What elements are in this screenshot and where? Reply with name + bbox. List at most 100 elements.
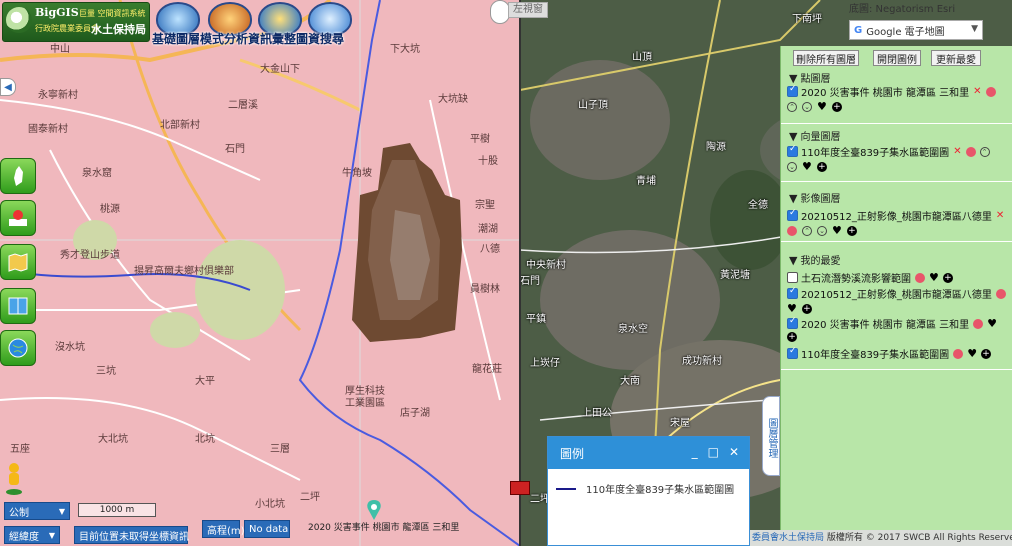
move-down-icon[interactable]: ⌄ bbox=[817, 225, 827, 236]
layer-item[interactable]: 2020 災害事件 桃園市 龍潭區 三和里✕ bbox=[787, 84, 996, 99]
map-label: 平樹 bbox=[470, 134, 490, 145]
heart-icon[interactable]: ♥ bbox=[802, 160, 812, 173]
map-label: 揚昇高爾夫鄉村俱樂部 bbox=[134, 266, 234, 277]
favorite-item[interactable]: 土石流潛勢溪流影響範圍 ♥ + bbox=[787, 270, 953, 285]
folded-map-icon bbox=[8, 253, 28, 272]
layer-item[interactable]: 110年度全臺839子集水區範圍圖✕⌃ bbox=[787, 144, 990, 159]
remove-icon[interactable]: ✕ bbox=[973, 86, 981, 97]
section-header[interactable]: ▼ 我的最愛 bbox=[789, 252, 840, 267]
settings-icon[interactable] bbox=[973, 318, 984, 329]
settings-icon[interactable] bbox=[787, 225, 797, 236]
remove-icon[interactable]: ✕ bbox=[996, 210, 1004, 221]
app-logo[interactable]: BigGIS 巨量 空間資訊系統 行政院農業委員會 水土保持局 bbox=[2, 2, 150, 42]
map-label: 山頂 bbox=[632, 52, 652, 63]
heart-icon[interactable]: ♥ bbox=[967, 347, 977, 360]
layer-checkbox[interactable] bbox=[787, 286, 798, 299]
update-favorites-button[interactable]: 更新最愛 bbox=[931, 50, 981, 66]
map-label: 永寧新村 bbox=[38, 90, 78, 101]
heart-icon[interactable]: ♥ bbox=[832, 224, 842, 237]
map-label: 陶源 bbox=[706, 142, 726, 153]
add-icon[interactable]: + bbox=[831, 101, 842, 112]
settings-icon[interactable] bbox=[985, 86, 996, 97]
swipe-handle[interactable] bbox=[490, 0, 510, 24]
legend-line-symbol bbox=[556, 487, 576, 490]
page-title: 基礎圖層模式分析資訊彙整圖資搜尋 bbox=[152, 32, 345, 46]
heart-icon[interactable]: ♥ bbox=[987, 317, 997, 330]
layer-item[interactable]: 20210512_正射影像_桃園市龍潭區八德里✕ bbox=[787, 208, 1004, 223]
remove-all-layers-button[interactable]: 刪除所有圖層 bbox=[793, 50, 859, 66]
layer-tools: + bbox=[787, 332, 797, 342]
move-up-icon[interactable]: ⌃ bbox=[787, 101, 797, 112]
elevation-value: No data bbox=[244, 520, 290, 538]
layer-checkbox[interactable] bbox=[787, 316, 798, 329]
layer-tools: ⌃ ⌄ ♥ + bbox=[787, 100, 842, 113]
map-label: 中山 bbox=[50, 44, 70, 55]
layer-checkbox[interactable] bbox=[787, 84, 798, 97]
map-label: 泉水窟 bbox=[82, 168, 112, 179]
heart-icon[interactable]: ♥ bbox=[929, 271, 939, 284]
close-icon[interactable]: ✕ bbox=[729, 445, 739, 459]
map-label: 成功新村 bbox=[682, 356, 722, 367]
add-icon[interactable]: + bbox=[801, 303, 812, 314]
position-readout: 目前位置未取得坐標資訊 bbox=[74, 526, 189, 544]
layer-tools: ⌄ ♥ + bbox=[787, 160, 827, 173]
globe-button[interactable] bbox=[0, 330, 36, 366]
street-view-pegman-icon[interactable] bbox=[4, 462, 24, 496]
location-button[interactable] bbox=[0, 200, 36, 236]
favorite-item[interactable]: 2020 災害事件 桃園市 龍潭區 三和里♥ bbox=[787, 316, 997, 331]
swipe-divider[interactable] bbox=[519, 0, 521, 546]
move-down-icon[interactable]: ⌄ bbox=[802, 101, 812, 112]
maximize-icon[interactable]: □ bbox=[708, 445, 719, 459]
add-icon[interactable]: + bbox=[816, 161, 827, 172]
chevron-down-icon: ▼ bbox=[48, 530, 55, 540]
settings-icon[interactable] bbox=[965, 146, 976, 157]
move-up-icon[interactable]: ⌃ bbox=[979, 146, 990, 157]
layer-manager-tab[interactable]: 圖層管理 bbox=[762, 396, 780, 476]
move-up-icon[interactable]: ⌃ bbox=[802, 225, 812, 236]
settings-icon[interactable] bbox=[915, 272, 925, 283]
image-layers-section: ▼影像圖層 20210512_正射影像_桃園市龍潭區八德里✕ ⌃ ⌄ ♥ + bbox=[781, 186, 1012, 242]
point-layers-section: ▼點圖層 2020 災害事件 桃園市 龍潭區 三和里✕ ⌃ ⌄ ♥ + bbox=[781, 68, 1012, 124]
heart-icon[interactable]: ♥ bbox=[817, 100, 827, 113]
unit-select[interactable]: 公制 ▼ bbox=[4, 502, 70, 520]
settings-icon[interactable] bbox=[953, 348, 964, 359]
section-header[interactable]: ▼ 點圖層 bbox=[789, 70, 830, 85]
map-label: 龍花莊 bbox=[472, 364, 502, 375]
map-marker-icon[interactable] bbox=[366, 500, 382, 522]
add-icon[interactable]: + bbox=[981, 348, 992, 359]
toggle-legend-button[interactable]: 開閉圖例 bbox=[873, 50, 921, 66]
coordinate-select[interactable]: 經緯度 ▼ bbox=[4, 526, 60, 544]
heart-icon[interactable]: ♥ bbox=[787, 302, 797, 315]
favorite-item[interactable]: 20210512_正射影像_桃園市龍潭區八德里 bbox=[787, 286, 1006, 301]
add-icon[interactable]: + bbox=[787, 332, 797, 342]
add-icon[interactable]: + bbox=[846, 225, 857, 236]
map-label: 八德 bbox=[480, 244, 500, 255]
remove-icon[interactable]: ✕ bbox=[953, 146, 961, 157]
overview-toggle-icon[interactable] bbox=[510, 481, 530, 495]
map-label: 黃泥塘 bbox=[720, 270, 750, 281]
move-down-icon[interactable]: ⌄ bbox=[787, 161, 797, 172]
taiwan-map-button[interactable] bbox=[0, 158, 36, 194]
left-map-view[interactable]: 中山 永寧新村 大金山下 大坑缺 國泰新村 北部新村 二層溪 牛角坡 泉水窟 石… bbox=[0, 0, 520, 546]
split-view-button[interactable] bbox=[0, 288, 36, 324]
google-icon: G bbox=[854, 24, 863, 36]
section-header[interactable]: ▼ 向量圖層 bbox=[789, 128, 840, 143]
favorite-item[interactable]: 110年度全臺839子集水區範圍圖♥+ bbox=[787, 346, 992, 361]
layer-checkbox[interactable] bbox=[787, 144, 798, 157]
basemap-label: 底圖: Negatorism Esri bbox=[849, 4, 956, 15]
layer-checkbox[interactable] bbox=[787, 272, 798, 283]
section-header[interactable]: ▼ 影像圖層 bbox=[789, 190, 840, 205]
map-label: 大坑缺 bbox=[438, 94, 468, 105]
layer-checkbox[interactable] bbox=[787, 208, 798, 221]
map-label: 下大坑 bbox=[390, 44, 420, 55]
basemap-select[interactable]: G Google 電子地圖 ▼ bbox=[849, 20, 983, 40]
minimize-icon[interactable]: _ bbox=[692, 445, 698, 459]
collapse-toggle-icon[interactable]: ◀ bbox=[0, 78, 16, 96]
layer-checkbox[interactable] bbox=[787, 346, 798, 359]
layers-button[interactable] bbox=[0, 244, 36, 280]
add-icon[interactable]: + bbox=[942, 272, 953, 283]
settings-icon[interactable] bbox=[995, 288, 1006, 299]
legend-header[interactable]: 圖例 _ □ ✕ bbox=[548, 437, 749, 469]
logo-title: BigGIS bbox=[35, 6, 79, 19]
split-screen-icon bbox=[8, 297, 28, 315]
